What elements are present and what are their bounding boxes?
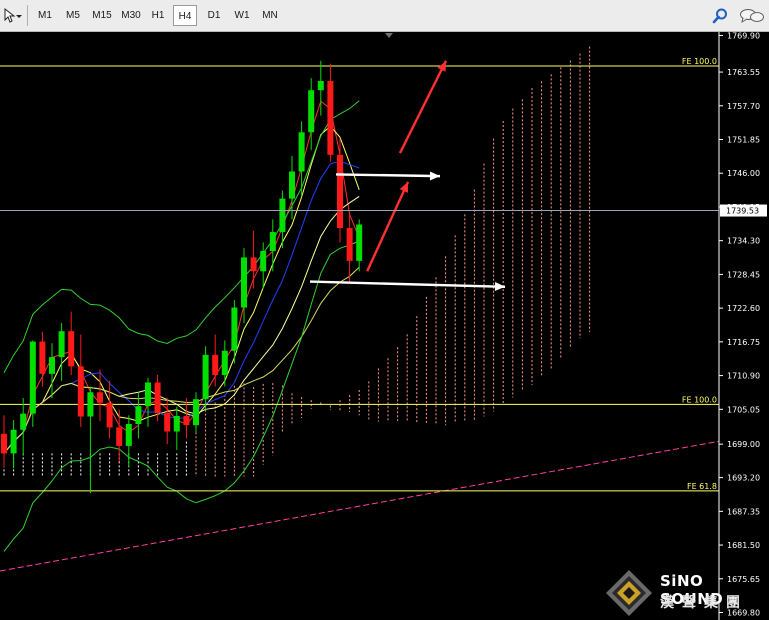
chat-icon[interactable] [739,8,765,24]
bull-candle [145,382,151,407]
bear-candle [116,427,123,446]
search-icon[interactable] [712,8,728,24]
bull-candle [231,307,238,351]
bull-candle [221,350,228,375]
price-tick-label: 1757.70 [727,102,760,111]
bull-candle [29,341,36,414]
timeframe-h4-button[interactable]: H4 [173,5,197,26]
timeframe-m5-button[interactable]: M5 [60,5,86,26]
price-tick-label: 1681.50 [727,541,760,550]
bull-candle [125,424,132,446]
timeframe-w1-button[interactable]: W1 [230,5,254,26]
bear-candle [106,402,113,428]
bull-candle [298,132,305,172]
bear-candle [212,354,219,375]
timeframe-mn-button[interactable]: MN [258,5,282,26]
price-tick-label: 1763.55 [727,68,760,77]
bull-candle [58,331,65,358]
bear-candle [39,341,46,374]
price-tick-label: 1769.90 [727,32,760,40]
timeframe-d1-button[interactable]: D1 [202,5,226,26]
bull-candle [135,406,142,424]
price-tick-label: 1746.00 [727,169,760,178]
price-tick-label: 1687.35 [727,507,760,516]
price-tick-label: 1728.45 [727,270,760,279]
price-tick-label: 1722.60 [727,304,760,313]
bull-candle [289,171,295,199]
bull-candle [202,354,209,400]
bear-candle [164,413,171,432]
bear-candle [97,392,103,403]
bull-candle [241,257,247,308]
bull-candle [260,251,267,272]
timeframe-m30-button[interactable]: M30 [118,5,144,26]
bear-candle [346,228,353,261]
bear-candle [68,331,75,367]
price-tick-label: 1699.00 [727,440,760,449]
bull-candle [49,357,55,374]
current-price-label: 1739.53 [726,207,759,216]
bull-candle [10,429,17,454]
price-tick-label: 1710.90 [727,372,760,381]
bear-candle [183,415,190,426]
bull-candle [308,90,315,133]
bear-candle [337,154,343,228]
timeframe-m15-button[interactable]: M15 [89,5,115,26]
price-axis-background [719,32,769,620]
bear-candle [1,433,7,454]
bull-candle [87,392,94,417]
logo-diamond-icon [606,570,652,616]
price-tick-label: 1705.05 [727,405,760,414]
price-tick-label: 1693.20 [727,474,760,483]
timeframe-m1-button[interactable]: M1 [33,5,57,26]
price-tick-label: 1734.30 [727,237,760,246]
timeframe-toolbar: M1 M5 M15 M30 H1 H4 D1 W1 MN [0,0,769,32]
bear-candle [327,81,334,155]
bear-candle [154,382,161,414]
bull-candle [356,224,363,261]
timeframe-h1-button[interactable]: H1 [147,5,169,26]
price-tick-label: 1716.75 [727,338,760,347]
bull-candle [269,232,276,252]
bull-candle [279,198,286,233]
bull-candle [173,415,180,432]
cursor-tool-icon[interactable] [2,7,24,25]
price-chart[interactable]: FE 100.0 FE 100.0 FE 61.8 1769.90 1763.55 17… [0,32,769,620]
bull-candle [20,413,27,430]
fe-level-label: FE 61.8 [687,482,717,491]
toolbar-separator [27,5,28,26]
fe-level-label: FE 100.0 [682,395,717,404]
bear-candle [250,257,257,272]
bear-candle [77,366,84,417]
fe-level-label: FE 100.0 [682,57,717,66]
sinosound-logo: SiNO SOUND 漢聲集團 [602,566,767,618]
price-tick-label: 1751.85 [727,136,760,145]
bull-candle [193,399,199,426]
bull-candle [317,81,324,91]
